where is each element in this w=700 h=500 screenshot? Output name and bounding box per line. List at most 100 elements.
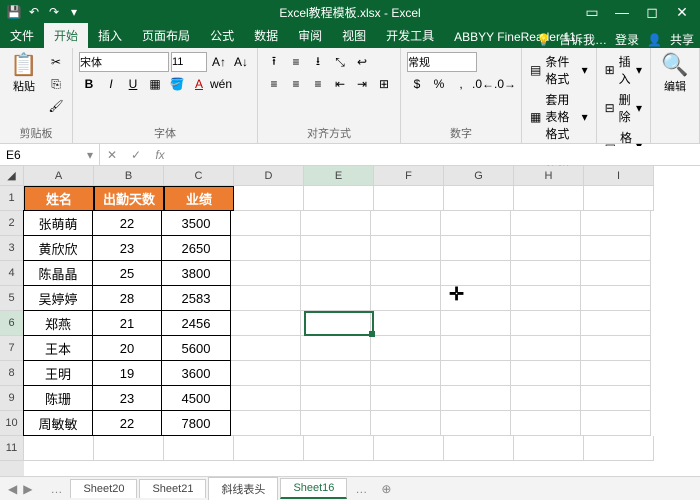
sheet-tab-more-right[interactable]: … [349,482,373,496]
tab-data[interactable]: 数据 [244,23,288,48]
cell[interactable] [231,286,301,311]
cell[interactable] [301,386,371,411]
cell[interactable]: 23 [92,385,162,411]
qat-dropdown-icon[interactable]: ▾ [66,4,82,20]
comma-icon[interactable]: , [451,74,471,94]
tab-view[interactable]: 视图 [332,23,376,48]
cell[interactable] [374,436,444,461]
tab-developer[interactable]: 开发工具 [376,23,444,48]
align-bottom-icon[interactable]: ⭳ [308,52,328,72]
merge-icon[interactable]: ⊞ [374,74,394,94]
row-header[interactable]: 4 [0,261,24,286]
new-sheet-icon[interactable]: ⊕ [375,482,397,496]
cell[interactable] [584,436,654,461]
wrap-text-icon[interactable]: ↩ [352,52,372,72]
cell[interactable] [511,261,581,286]
cell[interactable] [301,211,371,236]
cell[interactable]: 25 [92,260,162,286]
cell[interactable] [581,236,651,261]
cut-icon[interactable]: ✂ [46,52,66,72]
cell[interactable]: 5600 [161,335,231,361]
cell[interactable] [444,186,514,211]
cell[interactable] [441,336,511,361]
cell[interactable]: 出勤天数 [94,186,164,211]
bold-icon[interactable]: B [79,74,99,94]
cell[interactable] [441,261,511,286]
align-center-icon[interactable]: ≡ [286,74,306,94]
cell[interactable] [441,411,511,436]
undo-icon[interactable]: ↶ [26,4,42,20]
cell[interactable] [511,236,581,261]
cell[interactable] [581,311,651,336]
cell[interactable] [581,261,651,286]
column-header[interactable]: A [24,166,94,186]
cell[interactable] [301,361,371,386]
share-icon[interactable]: 👤 [647,33,662,47]
cell[interactable] [581,336,651,361]
cell[interactable]: 陈晶晶 [23,260,93,286]
cell[interactable] [441,361,511,386]
sheet-tab-active[interactable]: Sheet16 [280,478,347,499]
cell[interactable] [301,336,371,361]
align-top-icon[interactable]: ⭱ [264,52,284,72]
find-button[interactable]: 🔍 编辑 [657,52,693,96]
number-format-combo[interactable] [407,52,477,72]
cell[interactable] [511,411,581,436]
delete-cells-button[interactable]: ⊟删除 ▾ [603,90,644,126]
cell[interactable]: 2583 [161,285,231,311]
cell[interactable] [301,286,371,311]
conditional-format-button[interactable]: ▤条件格式 ▾ [528,52,590,88]
save-icon[interactable]: 💾 [6,4,22,20]
cell[interactable] [441,211,511,236]
cell[interactable]: 姓名 [24,186,94,211]
font-name-combo[interactable] [79,52,169,72]
tab-file[interactable]: 文件 [0,23,44,48]
sheet-nav-next-icon[interactable]: ▶ [23,482,32,496]
cell[interactable] [301,411,371,436]
tellme-text[interactable]: 告诉我… [559,31,607,48]
fx-icon[interactable]: fx [148,148,172,162]
column-header[interactable]: F [374,166,444,186]
cell[interactable] [514,186,584,211]
maximize-icon[interactable]: ◻ [638,2,666,22]
cell[interactable] [374,186,444,211]
cell[interactable]: 20 [92,335,162,361]
redo-icon[interactable]: ↷ [46,4,62,20]
cell[interactable] [371,336,441,361]
select-all-corner[interactable]: ◢ [0,166,24,186]
fill-color-icon[interactable]: 🪣 [167,74,187,94]
cell[interactable]: 3800 [161,260,231,286]
font-size-combo[interactable] [171,52,207,72]
cell[interactable]: 郑燕 [23,310,93,336]
cell[interactable] [371,411,441,436]
column-header[interactable]: I [584,166,654,186]
cell[interactable] [581,211,651,236]
cell[interactable]: 王本 [23,335,93,361]
row-header[interactable]: 6 [0,311,24,336]
minimize-icon[interactable]: — [608,2,636,22]
row-header[interactable]: 7 [0,336,24,361]
cell[interactable]: 3600 [161,360,231,386]
cell[interactable] [584,186,654,211]
cell[interactable] [441,311,511,336]
cell[interactable]: 吴婷婷 [23,285,93,311]
cell[interactable] [304,436,374,461]
row-header[interactable]: 8 [0,361,24,386]
cell[interactable]: 21 [92,310,162,336]
insert-cells-button[interactable]: ⊞插入 ▾ [603,52,644,88]
column-header[interactable]: B [94,166,164,186]
cell[interactable] [304,186,374,211]
cell[interactable]: 黄欣欣 [23,235,93,261]
cell[interactable] [231,311,301,336]
cell[interactable] [94,436,164,461]
signin-link[interactable]: 登录 [615,31,639,48]
cell[interactable] [234,436,304,461]
sheet-tab[interactable]: Sheet21 [139,479,206,498]
cell[interactable] [581,361,651,386]
column-header[interactable]: H [514,166,584,186]
cell[interactable] [581,411,651,436]
increase-font-icon[interactable]: A↑ [209,52,229,72]
sheet-tab[interactable]: 斜线表头 [208,477,278,500]
cell[interactable]: 19 [92,360,162,386]
cell[interactable] [371,261,441,286]
